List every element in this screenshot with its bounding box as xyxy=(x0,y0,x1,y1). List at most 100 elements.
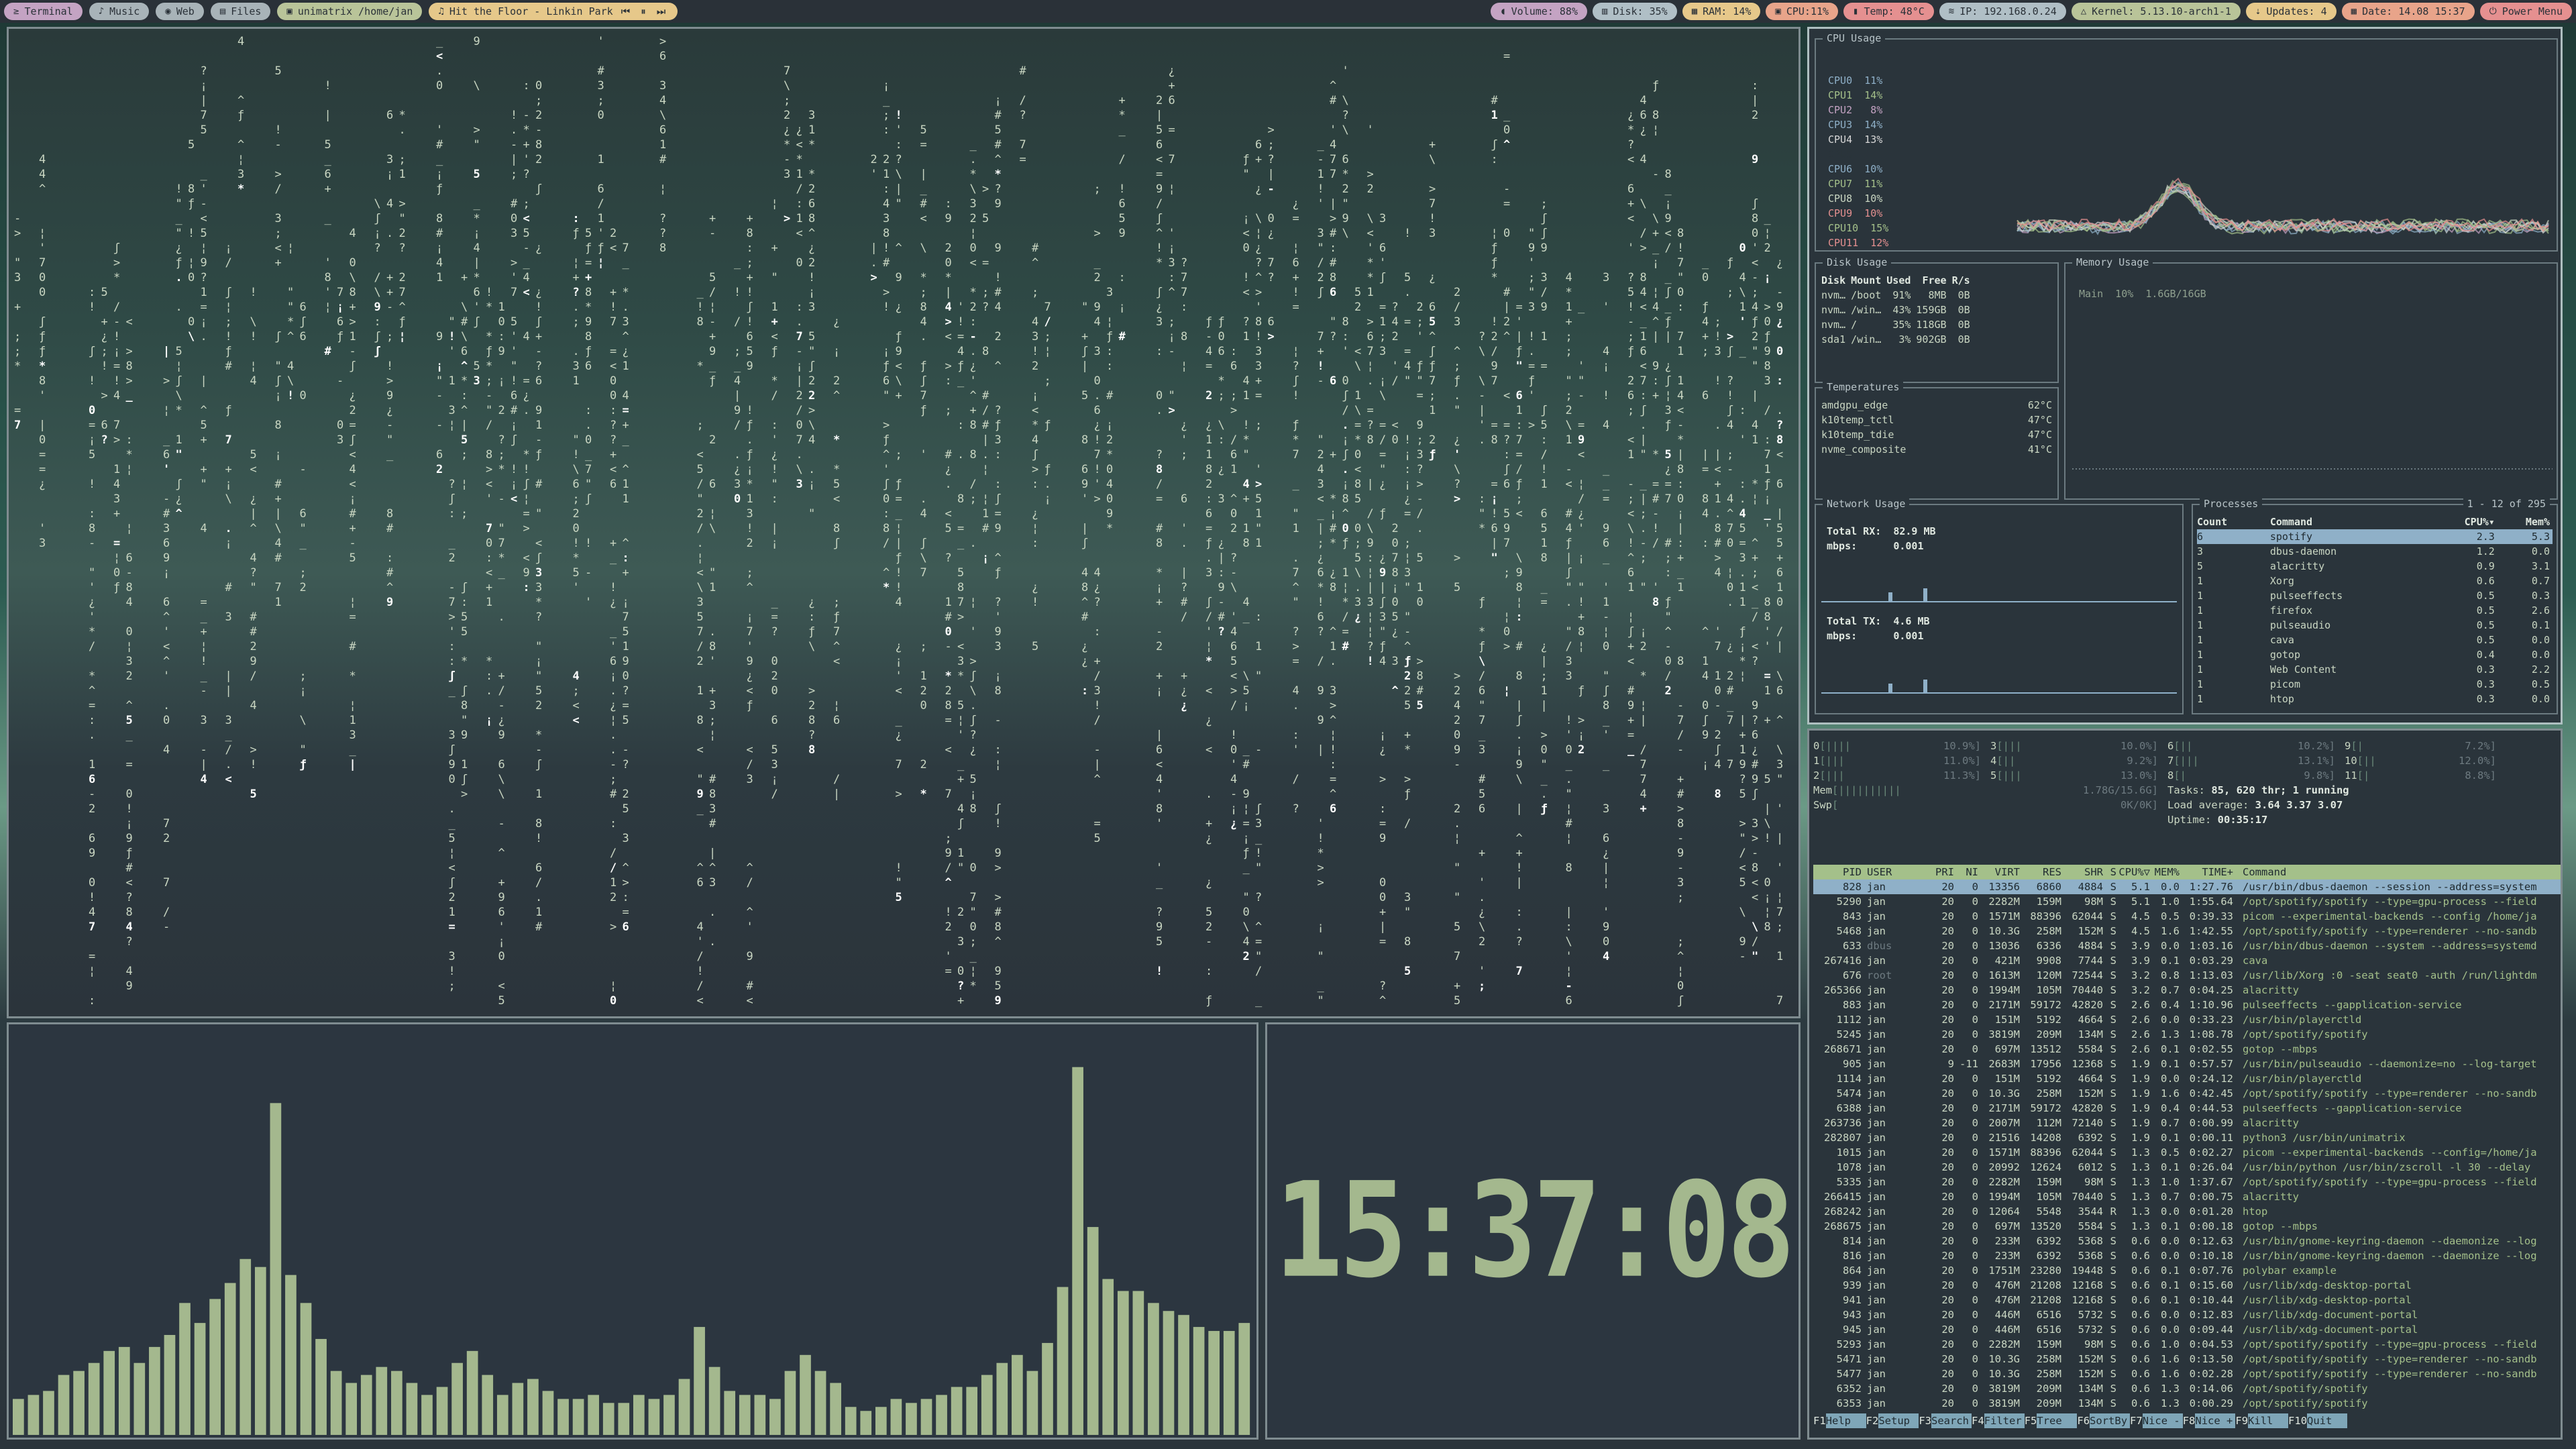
upd-module[interactable]: ⇣ Updates: 4 xyxy=(2245,3,2337,20)
htop-process-row[interactable]: 5468 jan 20 0 10.3G 258M 152M S 4.5 1.6 1:42.55/op… xyxy=(1813,924,2561,938)
htop-process-row[interactable]: 941 jan 20 0 476M 21208 12168 S 0.6 0.1 0:10.44/us… xyxy=(1813,1293,2561,1307)
htop-column-header[interactable]: NI xyxy=(1954,865,1978,879)
htop-process-row[interactable]: 1015 jan 20 0 1571M 88396 62044 S 1.3 0.5 0:02.27 p… xyxy=(1813,1145,2561,1160)
htop-column-header[interactable]: S xyxy=(2103,865,2116,879)
process-row[interactable]: 1 htop 0.3 0.0 xyxy=(2197,692,2553,706)
htop-process-row[interactable]: 5477 jan 20 0 10.3G 258M 152M S 0.6 1.6 0:02.28/op… xyxy=(1813,1366,2561,1381)
htop-process-row[interactable]: 5245 jan 20 0 3819M 209M 134M S 2.6 1.3 1:08.78/op… xyxy=(1813,1027,2561,1042)
pwr-module[interactable]: ⏻ Power Menu xyxy=(2479,3,2572,20)
vol-module[interactable]: ◖ Volume: 88% xyxy=(1491,3,1587,20)
workspace-files[interactable]: ▤ Files xyxy=(210,3,271,20)
function-key-f10[interactable]: F10Quit xyxy=(2288,1413,2348,1428)
htop-column-header[interactable]: USER xyxy=(1862,865,1922,879)
htop-column-header[interactable]: CPU%▽ xyxy=(2116,865,2150,879)
htop-column-header[interactable]: RES xyxy=(2020,865,2061,879)
cava-visualizer-window[interactable] xyxy=(7,1022,1258,1440)
kern-module[interactable]: △ Kernel: 5.13.10-arch1-1 xyxy=(2071,3,2241,20)
htop-column-header[interactable]: PRI xyxy=(1922,865,1954,879)
process-header[interactable]: Command xyxy=(2270,515,2430,529)
function-key-f1[interactable]: F1Help xyxy=(1813,1413,1866,1428)
htop-column-header[interactable]: SHR xyxy=(2061,865,2103,879)
previous-track-icon[interactable]: ⏮ xyxy=(621,5,631,17)
htop-process-row[interactable]: 263736 jan 20 0 2007M 112M 72140 S 1.9 0.7 0:00.99… xyxy=(1813,1116,2561,1130)
pause-icon[interactable]: ⏸ xyxy=(641,5,646,17)
process-row[interactable]: 3 dbus-daemon 1.2 0.0 xyxy=(2197,544,2553,559)
htop-process-row[interactable]: 943 jan 20 0 446M 6516 5732 S 0.6 0.0 0:12.83/usr/… xyxy=(1813,1307,2561,1322)
process-row[interactable]: 5 alacritty 0.9 3.1 xyxy=(2197,559,2553,574)
htop-process-row[interactable]: 268242 jan 20 0 12064 5548 3544 R 1.3 0.0 0:01.20 h… xyxy=(1813,1204,2561,1219)
function-key-f3[interactable]: F3Search xyxy=(1919,1413,1972,1428)
cpu-module[interactable]: ▣ CPU:11% xyxy=(1766,3,1839,20)
htop-process-row[interactable]: 905 jan 9 -11 2683M 17956 12368 S 1.9 0.1 0:57.57/… xyxy=(1813,1057,2561,1071)
htop-column-header[interactable]: PID xyxy=(1813,865,1862,879)
process-header-row[interactable]: Count Command CPU%▾ Mem% xyxy=(2197,515,2553,529)
process-row[interactable]: 6 spotify 2.3 5.3 xyxy=(2197,529,2553,544)
htop-process-row[interactable]: 1112 jan 20 0 151M 5192 4664 S 2.6 0.0 0:33.23/usr… xyxy=(1813,1012,2561,1027)
htop-process-row[interactable]: 816 jan 20 0 233M 6392 5368 S 0.6 0.0 0:10.18/usr/… xyxy=(1813,1248,2561,1263)
function-key-f9[interactable]: F9Kill xyxy=(2235,1413,2289,1428)
htop-column-header[interactable]: VIRT xyxy=(1978,865,2020,879)
process-header[interactable]: Count xyxy=(2197,515,2270,529)
htop-column-header[interactable]: MEM% xyxy=(2150,865,2180,879)
ip-module[interactable]: ≋ IP: 192.168.0.24 xyxy=(1939,3,2066,20)
htop-process-row[interactable]: 282807 jan 20 0 21516 14208 6392 S 1.9 0.1 0:00.11… xyxy=(1813,1130,2561,1145)
unimatrix-terminal-window[interactable]: - > " 3 +;; * = 7 4 4 ^ ¦ ' 7 0 0 ʃ ƒ ƒ * 8 ' | 0 = = ¿ ' 3:! ʃ! 0 = ¡ 5!… xyxy=(7,27,1801,1018)
htop-process-row[interactable]: 1114 jan 20 0 151M 5192 4664 S 1.9 0.0 0:24.12/usr… xyxy=(1813,1071,2561,1086)
htop-process-row[interactable]: 6353 jan 20 0 3819M 209M 134M S 0.6 1.3 0:00.29/op… xyxy=(1813,1396,2561,1411)
htop-process-row[interactable]: 5293 jan 20 0 2282M 159M 98M S 0.6 1.0 0:04.53/opt… xyxy=(1813,1337,2561,1352)
ram-module[interactable]: ▦ RAM: 14% xyxy=(1682,3,1761,20)
htop-table-header[interactable]: PID USER PRI NI VIRT RES SHR S CPU%▽ MEM% TIME+ Com… xyxy=(1813,865,2561,879)
workspace-web[interactable]: ◉ Web xyxy=(156,3,204,20)
clock-window[interactable]: 15:37:08 xyxy=(1265,1022,1801,1440)
gotop-process-table[interactable]: Count Command CPU%▾ Mem% 6 spotify 2.3 5.3 3 dbus… xyxy=(2197,515,2553,706)
htop-process-row[interactable]: 843 jan 20 0 1571M 88396 62044 S 4.5 0.5 0:39.33 pi… xyxy=(1813,909,2561,924)
htop-process-row[interactable]: 945 jan 20 0 446M 6516 5732 S 0.6 0.0 0:09.44/usr/… xyxy=(1813,1322,2561,1337)
process-row[interactable]: 1 Xorg 0.6 0.7 xyxy=(2197,574,2553,588)
process-header[interactable]: Mem% xyxy=(2498,515,2553,529)
htop-process-row[interactable]: 864 jan 20 0 1751M 23280 19448 S 0.6 0.1 0:07.76 po… xyxy=(1813,1263,2561,1278)
htop-process-row[interactable]: 6352 jan 20 0 3819M 209M 134M S 0.6 1.3 0:14.06/op… xyxy=(1813,1381,2561,1396)
process-row[interactable]: 1 gotop 0.4 0.0 xyxy=(2197,647,2553,662)
htop-process-row[interactable]: 883 jan 20 0 2171M 59172 42820 S 2.6 0.4 1:10.96 pu… xyxy=(1813,998,2561,1012)
date-module[interactable]: ▦ Date: 14.08 15:37 xyxy=(2341,3,2475,20)
htop-column-header[interactable]: TIME+ xyxy=(2180,865,2233,879)
htop-process-row[interactable]: 814 jan 20 0 233M 6392 5368 S 0.6 0.0 0:12.63/usr/… xyxy=(1813,1234,2561,1248)
function-key-f8[interactable]: F8Nice + xyxy=(2183,1413,2236,1428)
htop-window[interactable]: 0[|||| 10.9%] 3[||| 10.0%] 6[|| 10.2%] 9[| 7.2%… xyxy=(1807,729,2563,1440)
htop-process-row[interactable]: 828 jan 20 0 13356 6860 4884 S 5.1 0.0 1:27.76/usr… xyxy=(1813,879,2561,894)
function-key-f7[interactable]: F7Nice - xyxy=(2130,1413,2183,1428)
function-key-f6[interactable]: F6SortBy xyxy=(2077,1413,2131,1428)
process-row[interactable]: 1 Web Content 0.3 2.2 xyxy=(2197,662,2553,677)
htop-process-table[interactable]: PID USER PRI NI VIRT RES SHR S CPU%▽ MEM% TIME+ Com… xyxy=(1813,865,2561,1411)
next-track-icon[interactable]: ⏭ xyxy=(657,5,666,17)
workspace-music[interactable]: ♪ Music xyxy=(89,3,150,20)
htop-process-row[interactable]: 939 jan 20 0 476M 21208 12168 S 0.6 0.1 0:15.60/us… xyxy=(1813,1278,2561,1293)
htop-process-row[interactable]: 5474 jan 20 0 10.3G 258M 152M S 1.9 1.6 0:42.45/op… xyxy=(1813,1086,2561,1101)
process-row[interactable]: 1 pulseaudio 0.5 0.1 xyxy=(2197,618,2553,633)
htop-process-row[interactable]: 1078 jan 20 0 20992 12624 6012 S 1.3 0.1 0:26.04/u… xyxy=(1813,1160,2561,1175)
htop-process-row[interactable]: 266415 jan 20 0 1994M 105M 70440 S 1.3 0.7 0:00.75… xyxy=(1813,1189,2561,1204)
htop-process-row[interactable]: 6388 jan 20 0 2171M 59172 42820 S 1.9 0.4 0:44.53 p… xyxy=(1813,1101,2561,1116)
workspace-terminal[interactable]: ≥ Terminal xyxy=(4,3,83,20)
process-row[interactable]: 1 picom 0.3 0.5 xyxy=(2197,677,2553,692)
htop-process-row[interactable]: 5471 jan 20 0 10.3G 258M 152M S 0.6 1.6 0:13.50/op… xyxy=(1813,1352,2561,1366)
process-row[interactable]: 1 pulseeffects 0.5 0.3 xyxy=(2197,588,2553,603)
process-row[interactable]: 1 cava 0.5 0.0 xyxy=(2197,633,2553,647)
htop-process-row[interactable]: 676 root 20 0 1613M 120M 72544 S 3.2 0.8 1:13.03/u… xyxy=(1813,968,2561,983)
disk-module[interactable]: ▥ Disk: 35% xyxy=(1592,3,1677,20)
function-key-f2[interactable]: F2Setup xyxy=(1866,1413,1919,1428)
htop-process-row[interactable]: 268675 jan 20 0 697M 13520 5584 S 1.3 0.1 0:00.18 g… xyxy=(1813,1219,2561,1234)
htop-process-row[interactable]: 5335 jan 20 0 2282M 159M 98M S 1.3 1.0 1:37.67/opt… xyxy=(1813,1175,2561,1189)
htop-process-row[interactable]: 265366 jan 20 0 1994M 105M 70440 S 3.2 0.7 0:04.25… xyxy=(1813,983,2561,998)
temp-module[interactable]: ▮ Temp: 48°C xyxy=(1843,3,1934,20)
htop-process-row[interactable]: 268671 jan 20 0 697M 13512 5584 S 2.6 0.1 0:02.55 g… xyxy=(1813,1042,2561,1057)
function-key-f4[interactable]: F4Filter xyxy=(1972,1413,2025,1428)
process-table[interactable]: Count Command CPU%▾ Mem% 6 spotify 2.3 5.3 3 dbus… xyxy=(2197,515,2553,706)
process-header[interactable]: CPU%▾ xyxy=(2430,515,2498,529)
process-row[interactable]: 1 firefox 0.5 2.6 xyxy=(2197,603,2553,618)
function-key-f5[interactable]: F5Tree xyxy=(2025,1413,2078,1428)
gotop-window[interactable]: CPU Usage CPU0 11% CPU1 14% CPU2 8% CPU3 14… xyxy=(1807,27,2563,724)
htop-column-header[interactable]: Command xyxy=(2233,865,2286,879)
htop-process-row[interactable]: 267416 jan 20 0 421M 9908 7744 S 3.9 0.1 0:03.29 ca… xyxy=(1813,953,2561,968)
htop-process-row[interactable]: 633 dbus 20 0 13036 6336 4884 S 3.9 0.0 1:03.16/us… xyxy=(1813,938,2561,953)
